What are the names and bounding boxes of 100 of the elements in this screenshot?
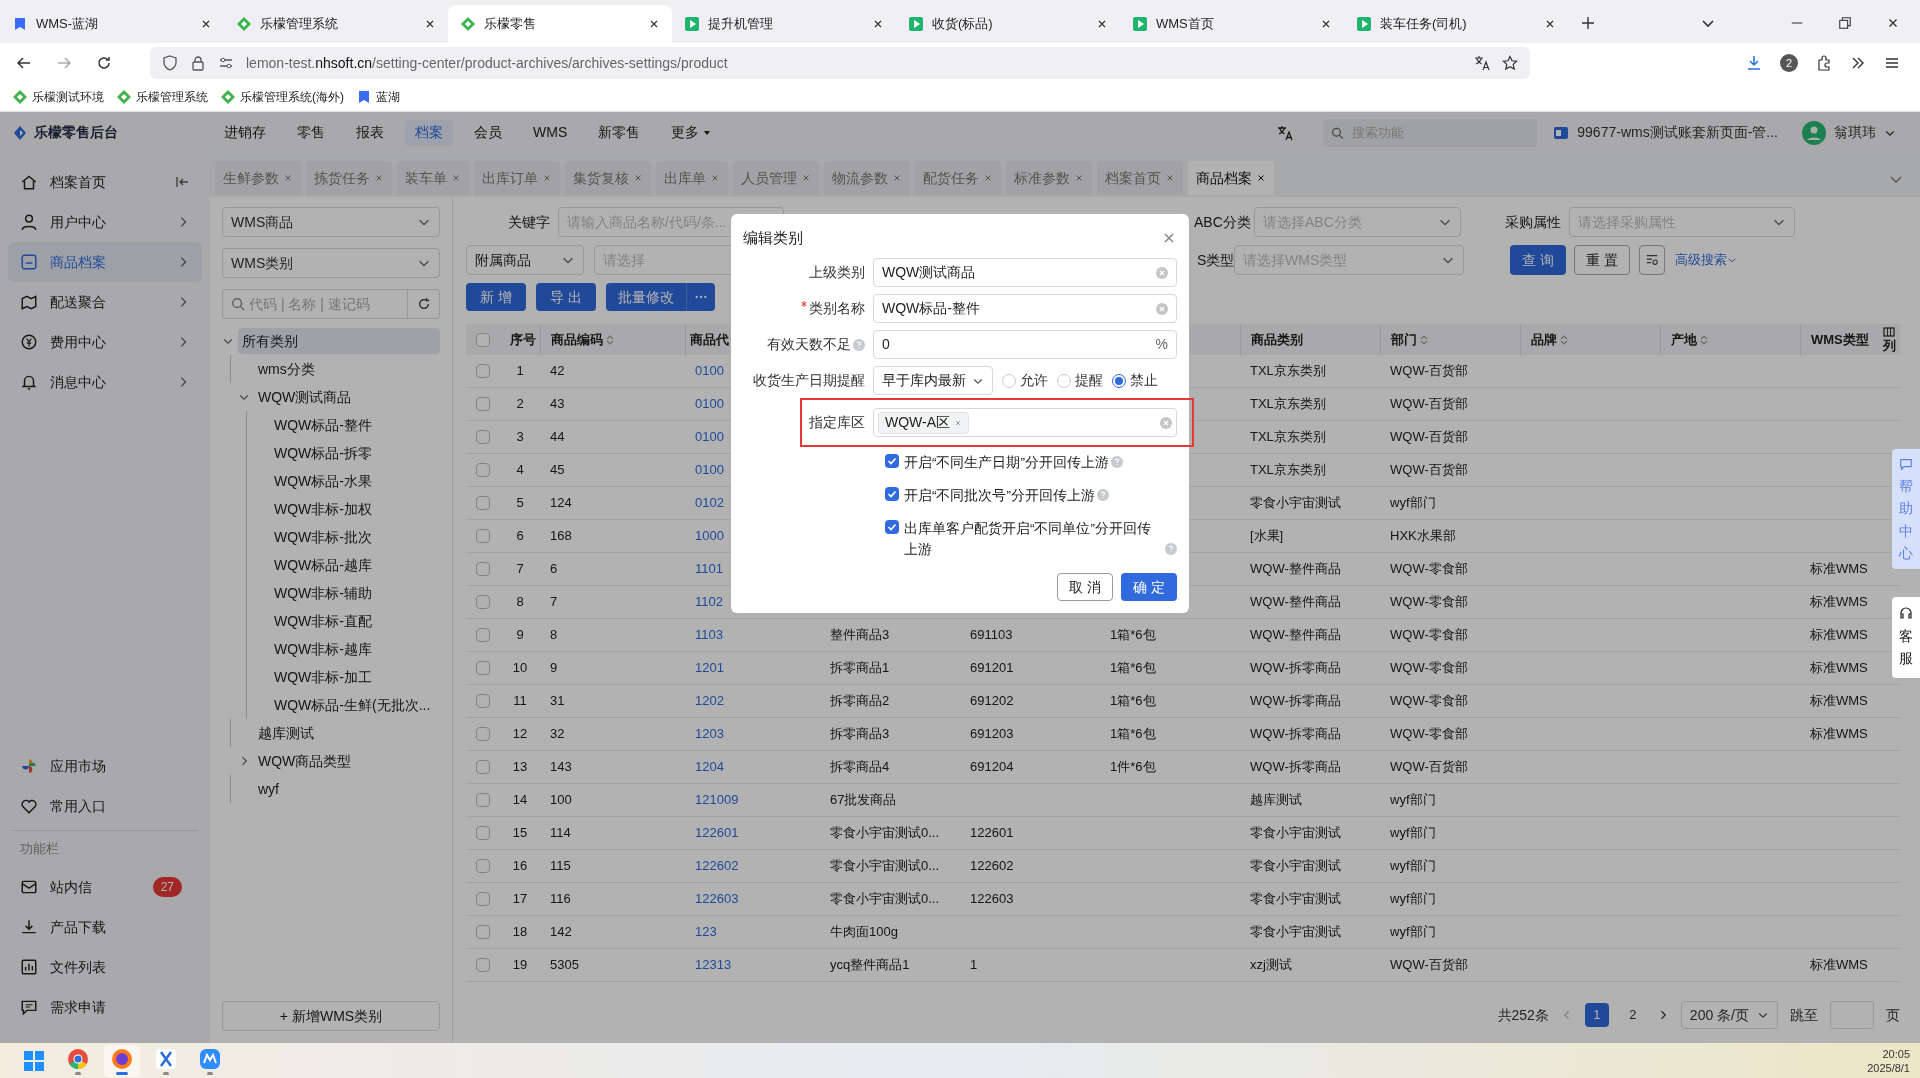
column-header[interactable]: 部门 xyxy=(1391,329,1429,350)
tree-item[interactable]: wyf xyxy=(254,776,283,802)
browser-tab[interactable]: 收货(标品) xyxy=(896,5,1120,43)
reload-icon[interactable] xyxy=(96,55,112,71)
close-icon[interactable] xyxy=(200,18,212,30)
tree-item[interactable]: wms分类 xyxy=(254,356,319,382)
tree-item[interactable]: WQW非标-辅助 xyxy=(270,580,376,606)
product-code-link[interactable]: 1202 xyxy=(695,693,724,709)
sidebar-item[interactable]: 费用中心 xyxy=(8,322,202,362)
reset-button[interactable]: 重 置 xyxy=(1574,245,1630,275)
extension-badge[interactable]: 2 xyxy=(1780,54,1798,72)
tree-item[interactable]: WQW非标-批次 xyxy=(270,524,376,550)
checkbox[interactable] xyxy=(476,892,490,906)
nav-item[interactable]: WMS xyxy=(523,119,578,146)
sidebar-item[interactable]: 档案首页 xyxy=(8,162,202,202)
input-field[interactable]: WQW标品-整件 xyxy=(873,294,1177,323)
sidebar-item[interactable]: 站内信 27 xyxy=(8,867,202,907)
page-button[interactable]: 2 xyxy=(1620,1003,1645,1027)
checkbox[interactable] xyxy=(476,463,490,477)
select-field[interactable]: 早于库内最新 xyxy=(873,366,993,395)
tree-item[interactable]: WQW商品类型 xyxy=(254,748,356,774)
tree-item[interactable]: WQW非标-加权 xyxy=(270,496,376,522)
checkbox[interactable] xyxy=(476,727,490,741)
bookmark[interactable]: 乐檬管理系统(海外) xyxy=(220,88,344,106)
browser-tab[interactable]: WMS-蓝湖 xyxy=(0,5,224,43)
address-bar[interactable]: lemon-test.nhsoft.cn/setting-center/product-archives/archives-settings/product xyxy=(150,47,1530,79)
tree-item[interactable]: WQW非标-加工 xyxy=(270,664,376,690)
page-button[interactable]: 1 xyxy=(1584,1003,1609,1027)
column-header[interactable]: 商品编码 xyxy=(551,329,615,350)
sort-icon[interactable] xyxy=(1559,333,1569,346)
product-code-link[interactable]: 0102 xyxy=(695,495,724,511)
select-field[interactable]: WMS商品 xyxy=(222,207,440,237)
forward-icon[interactable] xyxy=(56,55,72,71)
browser-tab[interactable]: 装车任务(司机) xyxy=(1344,5,1568,43)
product-code-link[interactable]: 122601 xyxy=(695,825,739,841)
sidebar-item[interactable]: 文件列表 xyxy=(8,947,202,987)
nav-item[interactable]: 进销存 xyxy=(214,119,276,146)
sort-icon[interactable] xyxy=(605,333,615,346)
browser-tab[interactable]: 提升机管理 xyxy=(672,5,896,43)
clear-icon[interactable] xyxy=(1160,416,1172,429)
product-code-link[interactable]: 0100 xyxy=(695,429,724,445)
close-icon[interactable] xyxy=(424,18,436,30)
close-icon[interactable] xyxy=(648,18,660,30)
product-code-link[interactable]: 122602 xyxy=(695,858,739,874)
user-menu[interactable]: 翁琪玮 xyxy=(1802,120,1920,145)
chevrons-right-icon[interactable] xyxy=(1850,55,1866,71)
column-header[interactable]: 产地 xyxy=(1671,329,1709,350)
input-field[interactable]: 0 % xyxy=(873,330,1177,359)
checkbox[interactable] xyxy=(476,496,490,510)
page-size-select[interactable]: 200 条/页 xyxy=(1680,1001,1778,1029)
tree-item[interactable]: WQW测试商品 xyxy=(254,384,356,410)
browser-tab[interactable]: 乐檬管理系统 xyxy=(224,5,448,43)
nav-item[interactable]: 更多 xyxy=(661,119,722,146)
radio-option[interactable]: 提醒 xyxy=(1057,370,1103,391)
tree-item[interactable]: WQW标品-生鲜(无批次... xyxy=(270,692,435,718)
add-category-button[interactable]: + 新增WMS类别 xyxy=(222,1001,440,1031)
product-code-link[interactable]: 1102 xyxy=(695,594,723,610)
refresh-button[interactable] xyxy=(408,289,440,319)
close-icon[interactable] xyxy=(1096,18,1108,30)
close-icon[interactable] xyxy=(1256,173,1266,183)
customer-service-button[interactable]: 客服 xyxy=(1892,597,1920,678)
tree-item[interactable]: WQW标品-拆零 xyxy=(270,440,376,466)
checkbox[interactable] xyxy=(885,520,899,534)
checkbox[interactable] xyxy=(476,332,490,347)
select-field[interactable]: WMS类别 xyxy=(222,248,440,278)
close-icon[interactable] xyxy=(1320,18,1332,30)
collapse-icon[interactable] xyxy=(174,174,190,190)
checkbox[interactable] xyxy=(476,595,490,609)
checkbox[interactable] xyxy=(476,628,490,642)
checkbox[interactable] xyxy=(476,793,490,807)
tree-item[interactable]: WQW标品-整件 xyxy=(270,412,376,438)
sidebar-item[interactable]: 配送聚合 xyxy=(8,282,202,322)
tree-item[interactable]: 越库测试 xyxy=(254,720,318,746)
tree-item[interactable]: WQW标品-越库 xyxy=(270,552,376,578)
column-header[interactable]: 品牌 xyxy=(1531,329,1569,350)
filter-settings-button[interactable] xyxy=(1639,245,1665,275)
restore-icon[interactable] xyxy=(1838,16,1852,30)
translate-icon[interactable] xyxy=(1474,55,1490,71)
tag-input-field[interactable]: WQW-A区 xyxy=(873,408,1177,437)
checkbox[interactable] xyxy=(476,397,490,411)
taskbar-app[interactable] xyxy=(104,1044,140,1077)
product-code-link[interactable]: 0100 xyxy=(695,396,724,412)
query-button[interactable]: 查 询 xyxy=(1510,245,1566,275)
back-icon[interactable] xyxy=(16,55,32,71)
nav-item[interactable]: 报表 xyxy=(346,119,394,146)
translate-icon[interactable] xyxy=(1277,124,1294,141)
clear-icon[interactable] xyxy=(1156,266,1168,279)
menu-icon[interactable] xyxy=(1884,55,1900,71)
search-field[interactable]: 代码 | 名称 | 速记码 xyxy=(249,293,399,315)
puzzle-icon[interactable] xyxy=(1816,55,1832,71)
nav-item[interactable]: 会员 xyxy=(464,119,512,146)
product-code-link[interactable]: 1204 xyxy=(695,759,724,775)
product-code-link[interactable]: 122603 xyxy=(695,891,739,907)
sidebar-item[interactable]: 用户中心 xyxy=(8,202,202,242)
sidebar-item[interactable]: 产品下载 xyxy=(8,907,202,947)
sidebar-item[interactable]: 需求申请 xyxy=(8,987,202,1027)
nav-item[interactable]: 零售 xyxy=(287,119,335,146)
page-input[interactable] xyxy=(1830,1001,1874,1029)
browser-tab[interactable]: WMS首页 xyxy=(1120,5,1344,43)
sidebar-item[interactable]: 应用市场 xyxy=(8,746,202,786)
